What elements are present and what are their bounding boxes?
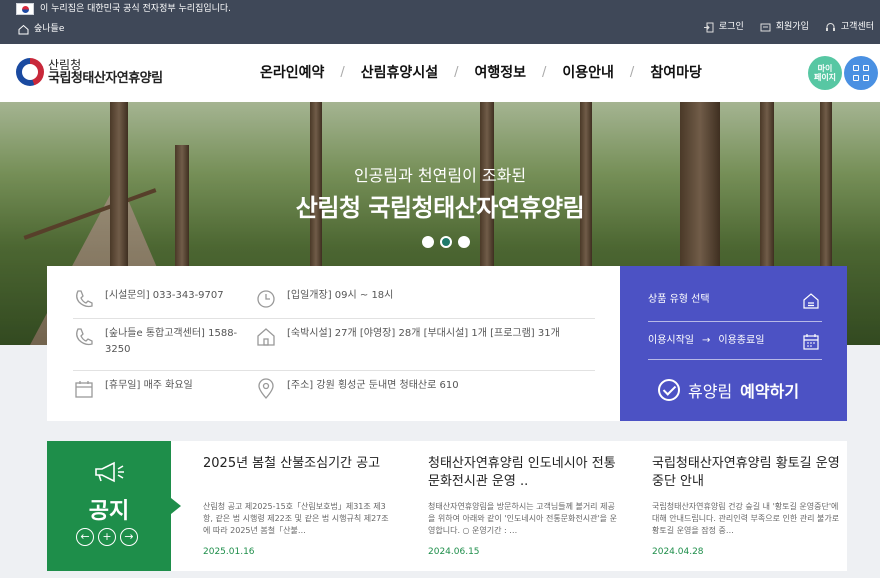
- notice-date: 2024.06.15: [428, 547, 480, 557]
- hero-title: 산림청 국립청태산자연휴양림: [295, 194, 585, 222]
- more-button[interactable]: +: [98, 528, 116, 546]
- site-link-label: 숲나들e: [34, 24, 65, 34]
- signup-link[interactable]: 회원가입: [760, 20, 809, 34]
- building-icon: [803, 293, 819, 309]
- megaphone-icon: [95, 461, 124, 483]
- logo-org: 산림청: [48, 58, 82, 72]
- notice-header: 공지 ← + →: [47, 441, 181, 571]
- nav-facilities[interactable]: 산림휴양시설: [361, 62, 438, 82]
- main-nav: 온라인예약 / 산림휴양시설 / 여행정보 / 이용안내 / 참여마당: [260, 62, 702, 82]
- notice-item[interactable]: 2025년 봄철 산불조심기간 공고 산림청 공고 제2025-15호「산림보호…: [203, 455, 395, 557]
- nav-usage-guide[interactable]: 이용안내: [562, 62, 614, 82]
- notice-label: 공지: [88, 499, 130, 524]
- nav-travel-info[interactable]: 여행정보: [474, 62, 526, 82]
- logo-name: 국립청태산자연휴양림: [48, 71, 163, 86]
- slide-dot-1[interactable]: [422, 236, 434, 248]
- nav-separator: /: [542, 64, 547, 80]
- info-closed-text: [휴무일] 매주 화요일: [105, 380, 193, 391]
- login-link[interactable]: 로그인: [703, 20, 744, 34]
- info-facilities-text: [숙박시설] 27개 [야영장] 28개 [부대시설] 1개 [프로그램] 31…: [287, 328, 560, 339]
- notice-date: 2024.04.28: [652, 547, 704, 557]
- nav-online-reservation[interactable]: 온라인예약: [260, 62, 324, 82]
- info-closed: [휴무일] 매주 화요일: [73, 378, 193, 400]
- facility-info-panel: [시설문의] 033-343-9707 [입일개장] 09시 ~ 18시 [숲나…: [47, 266, 620, 421]
- notice-title: 청태산자연휴양림 인도네시아 전통문화전시관 운영 ..: [428, 456, 616, 489]
- nav-separator: /: [340, 64, 345, 80]
- info-hours: [입일개장] 09시 ~ 18시: [255, 288, 393, 310]
- site-logo[interactable]: 산림청 국립청태산자연휴양림: [16, 58, 163, 86]
- signup-icon: [760, 23, 771, 31]
- notice-controls: ← + →: [76, 528, 138, 546]
- arrow-icon: →: [702, 335, 711, 346]
- next-button[interactable]: →: [120, 528, 138, 546]
- info-facilities: [숙박시설] 27개 [야영장] 28개 [부대시설] 1개 [프로그램] 31…: [255, 326, 585, 348]
- prev-button[interactable]: ←: [76, 528, 94, 546]
- nav-separator: /: [629, 64, 635, 80]
- calendar-icon: [75, 381, 93, 398]
- reserve-button-prefix: 휴양림: [688, 382, 733, 401]
- location-pin-icon: [258, 378, 274, 399]
- notice-title: 국립청태산자연휴양림 황토길 운영중단 안내: [652, 456, 840, 489]
- notice-item[interactable]: 청태산자연휴양림 인도네시아 전통문화전시관 운영 .. 청태산자연휴양림을 방…: [428, 455, 620, 557]
- reserve-button[interactable]: 휴양림 예약하기: [658, 378, 799, 402]
- info-divider: [73, 370, 595, 371]
- info-address: [주소] 강원 횡성군 둔내면 청태산로 610: [255, 378, 459, 400]
- login-icon: [703, 22, 714, 32]
- product-type-select[interactable]: 상품 유형 선택: [648, 290, 822, 322]
- slide-dot-2[interactable]: [440, 236, 452, 248]
- info-divider: [73, 318, 595, 319]
- reserve-button-label: 예약하기: [740, 382, 800, 401]
- hero-subtitle: 인공림과 천연림이 조화된: [353, 166, 527, 185]
- product-type-label: 상품 유형 선택: [648, 294, 710, 305]
- gov-notice-text: 이 누리집은 대한민국 공식 전자정부 누리집입니다.: [40, 4, 232, 14]
- site-header: 산림청 국립청태산자연휴양림 온라인예약 / 산림휴양시설 / 여행정보 / 이…: [0, 44, 880, 102]
- slide-dot-3[interactable]: [458, 236, 470, 248]
- notice-pointer: [171, 498, 181, 514]
- all-menu-button[interactable]: [844, 56, 878, 90]
- headset-icon: [825, 22, 835, 31]
- info-callcenter-text: [숲나들e 통합고객센터] 1588-3250: [105, 328, 238, 355]
- login-label: 로그인: [718, 22, 744, 32]
- phone-icon: [76, 328, 93, 346]
- phone-icon: [76, 290, 93, 308]
- info-callcenter: [숲나들e 통합고객센터] 1588-3250: [73, 326, 241, 358]
- info-hours-text: [입일개장] 09시 ~ 18시: [287, 290, 394, 301]
- support-link[interactable]: 고객센터: [825, 20, 874, 34]
- nav-separator: /: [454, 64, 459, 80]
- mypage-button[interactable]: 마이 페이지: [808, 56, 842, 90]
- notice-title: 2025년 봄철 산불조심기간 공고: [203, 456, 381, 471]
- support-label: 고객센터: [840, 22, 874, 32]
- info-phone-text: [시설문의] 033-343-9707: [105, 290, 224, 301]
- signup-label: 회원가입: [775, 22, 809, 32]
- government-emblem-icon: [16, 58, 44, 86]
- end-date-label: 이용종료일: [718, 335, 765, 346]
- notice-section: 공지 ← + → 2025년 봄철 산불조심기간 공고 산림청 공고 제2025…: [47, 441, 847, 571]
- reservation-panel: 상품 유형 선택 이용시작일 → 이용종료일 휴양림 예약하기: [620, 266, 847, 421]
- korea-flag-icon: [16, 3, 34, 15]
- home-icon: [18, 24, 29, 34]
- date-range-select[interactable]: 이용시작일 → 이용종료일: [648, 328, 822, 360]
- check-circle-icon: [658, 379, 680, 401]
- notice-desc: 산림청 공고 제2025-15호「산림보호법」제31조 제3항, 같은 법 시행…: [203, 502, 389, 535]
- slide-indicator: [422, 236, 470, 248]
- notice-date: 2025.01.16: [203, 547, 255, 557]
- nav-community[interactable]: 참여마당: [650, 62, 702, 82]
- start-date-label: 이용시작일: [648, 335, 694, 346]
- clock-icon: [257, 290, 275, 308]
- notice-desc: 청태산자연휴양림을 방문하시는 고객님들께 볼거리 제공을 위하여 아래와 같이…: [428, 502, 617, 535]
- notice-desc: 국립청태산자연휴양림 건강 숲길 내 '황토길 운영중단'에 대해 안내드립니다…: [652, 502, 840, 535]
- calendar-icon: [803, 334, 819, 350]
- notice-item[interactable]: 국립청태산자연휴양림 황토길 운영중단 안내 국립청태산자연휴양림 건강 숲길 …: [652, 455, 844, 557]
- site-link[interactable]: 숲나들e: [18, 22, 64, 36]
- gov-banner: 이 누리집은 대한민국 공식 전자정부 누리집입니다. 숲나들e 로그인 회원가…: [0, 0, 880, 44]
- house-icon: [257, 328, 275, 346]
- info-phone: [시설문의] 033-343-9707: [73, 288, 224, 310]
- info-address-text: [주소] 강원 횡성군 둔내면 청태산로 610: [287, 380, 459, 391]
